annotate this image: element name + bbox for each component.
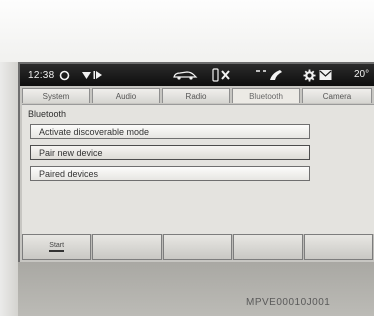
play-icon[interactable] xyxy=(92,67,104,83)
activate-discoverable-mode-button[interactable]: Activate discoverable mode xyxy=(30,124,310,139)
softkey-5[interactable] xyxy=(303,234,374,260)
softkey-2[interactable] xyxy=(92,234,162,260)
gear-icon[interactable] xyxy=(302,67,316,83)
car-icon xyxy=(172,67,198,83)
tab-camera[interactable]: Camera xyxy=(302,88,372,103)
clock-time: 12:38 xyxy=(28,69,55,81)
tab-bar: System Audio Radio Bluetooth Camera xyxy=(22,88,374,104)
infotainment-screen: 12:38 20° System Audio Radio Bluetooth C… xyxy=(18,62,374,262)
clock-circle-icon xyxy=(58,67,70,83)
phone-handset-icon xyxy=(254,67,284,83)
display-bezel-left xyxy=(0,62,18,316)
display-bezel-top xyxy=(0,0,374,62)
tab-radio[interactable]: Radio xyxy=(162,88,230,103)
reference-code: MPVE00010J001 xyxy=(246,297,331,308)
softkey-bar: Start xyxy=(22,234,374,260)
section-title: Bluetooth xyxy=(28,109,67,119)
temperature-readout: 20° xyxy=(354,69,370,80)
status-bar: 12:38 20° xyxy=(20,64,374,86)
paired-devices-button[interactable]: Paired devices xyxy=(30,166,310,181)
tab-audio[interactable]: Audio xyxy=(92,88,160,103)
envelope-icon[interactable] xyxy=(318,67,332,83)
pair-new-device-button[interactable]: Pair new device xyxy=(30,145,310,160)
softkey-3[interactable] xyxy=(162,234,233,260)
phone-disabled-icon xyxy=(212,67,232,83)
softkey-start[interactable]: Start xyxy=(22,234,92,260)
softkey-start-label: Start xyxy=(49,242,65,252)
tab-bluetooth[interactable]: Bluetooth xyxy=(232,88,300,103)
bluetooth-panel: Bluetooth Activate discoverable mode Pai… xyxy=(22,104,374,235)
softkey-4[interactable] xyxy=(233,234,303,260)
tab-system[interactable]: System xyxy=(22,88,90,103)
wifi-signal-icon xyxy=(80,67,92,83)
